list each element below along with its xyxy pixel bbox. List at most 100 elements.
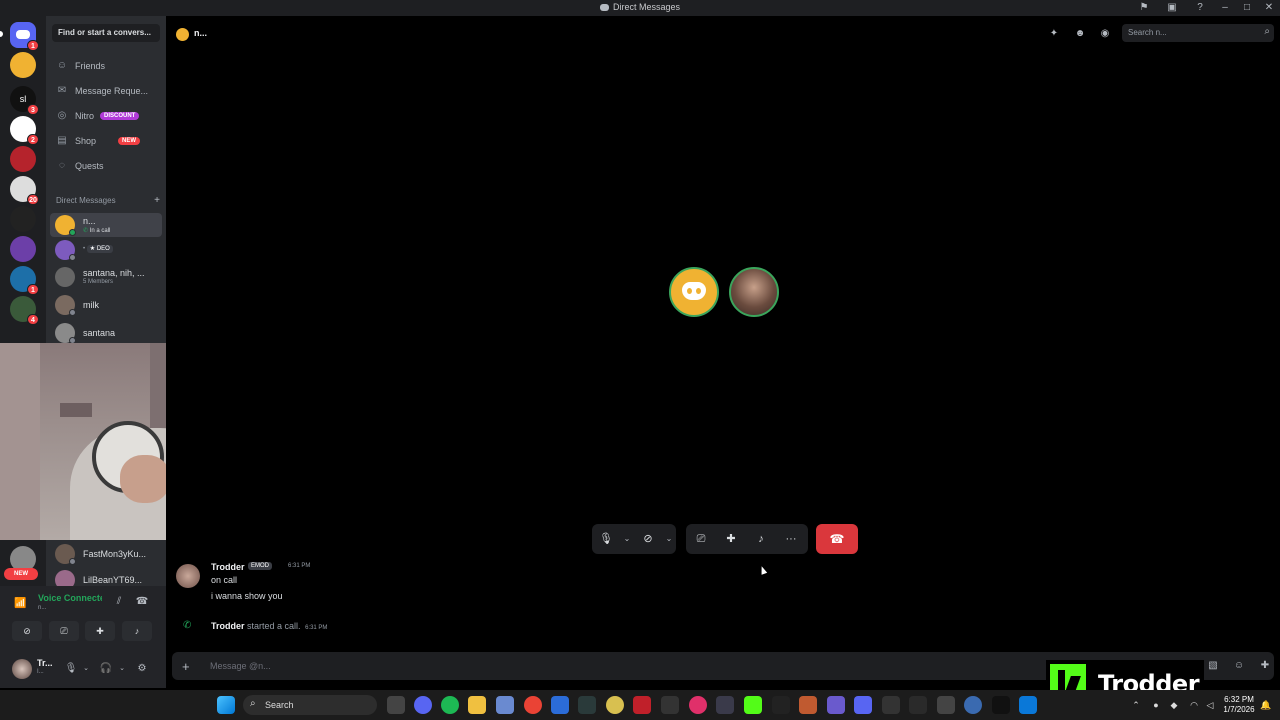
notifications-icon[interactable]: 🔔: [1260, 699, 1272, 711]
nav-quests[interactable]: ◌ Quests: [50, 155, 162, 177]
system-clock[interactable]: 6:32 PM 1/7/2026: [1222, 695, 1256, 715]
discord-icon[interactable]: [414, 696, 432, 714]
soundboard-button[interactable]: ♪: [122, 621, 152, 641]
pin-icon[interactable]: ✦: [1046, 26, 1062, 42]
help-icon[interactable]: ?: [1186, 0, 1214, 16]
chevron-down-icon[interactable]: ⌄: [620, 524, 634, 554]
maximize-button[interactable]: □: [1236, 0, 1258, 16]
tray-app-icon[interactable]: ◆: [1168, 699, 1180, 711]
message-input[interactable]: [210, 659, 910, 673]
chevron-down-icon[interactable]: ⌄: [662, 524, 676, 554]
chrome-icon[interactable]: [524, 696, 542, 714]
tray-app-icon[interactable]: ●: [1150, 699, 1162, 711]
server-icon[interactable]: sl 3: [10, 86, 39, 115]
phone-icon: ✆: [83, 228, 89, 234]
screen-share-icon[interactable]: ⎚: [686, 524, 716, 554]
nav-nitro[interactable]: ◎ Nitro DISCOUNT: [50, 105, 162, 127]
inbox-icon[interactable]: ▣: [1158, 0, 1186, 16]
search-input[interactable]: Search n... ⌕: [1122, 24, 1274, 42]
taskbar-app-icon[interactable]: [772, 696, 790, 714]
server-icon[interactable]: 20: [10, 176, 39, 205]
wifi-icon[interactable]: ◠: [1188, 699, 1200, 711]
server-icon[interactable]: [10, 236, 36, 262]
dm-item[interactable]: milk: [50, 293, 162, 317]
mention-badge: 3: [27, 104, 39, 115]
spotify-icon[interactable]: [441, 696, 459, 714]
taskbar-app-icon[interactable]: [1019, 696, 1037, 714]
taskbar-app-icon[interactable]: [992, 696, 1010, 714]
chevron-down-icon[interactable]: ⌄: [115, 662, 129, 676]
windows-start-icon[interactable]: [217, 696, 235, 714]
dm-item[interactable]: • ★ DEO: [50, 238, 162, 262]
dm-item[interactable]: FastMon3yKu...: [50, 542, 162, 566]
taskbar-search[interactable]: ⌕ Search: [243, 695, 377, 715]
home-button[interactable]: 1: [10, 22, 39, 51]
volume-icon[interactable]: ◁: [1204, 699, 1216, 711]
find-conversation-button[interactable]: Find or start a convers...: [52, 24, 160, 42]
taskbar-app-icon[interactable]: [964, 696, 982, 714]
video-toggle-button[interactable]: ⊘: [12, 621, 42, 641]
more-icon[interactable]: ···: [776, 524, 806, 554]
noise-suppression-icon[interactable]: ⫽: [111, 594, 127, 610]
taskbar-app-icon[interactable]: [661, 696, 679, 714]
settings-icon[interactable]: ⚙: [135, 662, 149, 676]
taskbar-app-icon[interactable]: [882, 696, 900, 714]
screen-share-button[interactable]: ⎚: [49, 621, 79, 641]
dm-item[interactable]: n... ✆ In a call: [50, 213, 162, 237]
add-friend-icon[interactable]: ☻: [1072, 26, 1088, 42]
microphone-icon[interactable]: 🎙: [592, 524, 620, 554]
chevron-down-icon[interactable]: ⌄: [79, 662, 93, 676]
nav-shop[interactable]: ▤ Shop NEW: [50, 130, 162, 152]
photos-icon[interactable]: [496, 696, 514, 714]
close-button[interactable]: ✕: [1258, 0, 1280, 16]
headphones-icon[interactable]: 🎧: [99, 662, 113, 676]
soundboard-icon[interactable]: ♪: [746, 524, 776, 554]
discord-icon: [16, 30, 30, 39]
profile-icon[interactable]: ◉: [1097, 26, 1113, 42]
server-icon[interactable]: 1: [10, 266, 39, 295]
taskbar-app-icon[interactable]: [827, 696, 845, 714]
taskbar-app-icon[interactable]: [387, 696, 405, 714]
chevron-up-icon[interactable]: ⌃: [1130, 699, 1142, 711]
server-icon[interactable]: [10, 206, 36, 232]
file-explorer-icon[interactable]: [468, 696, 486, 714]
activities-icon[interactable]: ✚: [716, 524, 746, 554]
create-dm-icon[interactable]: +: [154, 195, 160, 206]
attach-icon[interactable]: +: [182, 659, 190, 674]
disconnect-icon[interactable]: ☎: [134, 594, 150, 610]
disconnect-button[interactable]: ☎: [816, 524, 858, 554]
mention-badge: 1: [27, 40, 39, 51]
participant-avatar[interactable]: [729, 267, 779, 317]
server-icon[interactable]: 4: [10, 296, 39, 325]
server-icon[interactable]: 2: [10, 116, 39, 145]
taskbar-app-icon[interactable]: [578, 696, 596, 714]
activities-button[interactable]: ✚: [85, 621, 115, 641]
taskbar-app-icon[interactable]: [937, 696, 955, 714]
taskbar-app-icon[interactable]: [799, 696, 817, 714]
server-icon[interactable]: [10, 146, 36, 172]
taskbar-app-icon[interactable]: [909, 696, 927, 714]
nitro-icon: ◎: [57, 110, 67, 121]
taskbar-app-icon[interactable]: [854, 696, 872, 714]
participant-avatar[interactable]: [669, 267, 719, 317]
editor-icon[interactable]: [551, 696, 569, 714]
taskbar-app-icon[interactable]: [606, 696, 624, 714]
taskbar-app-icon[interactable]: [689, 696, 707, 714]
microphone-icon[interactable]: 🎙: [64, 662, 78, 676]
minimize-button[interactable]: –: [1214, 0, 1236, 16]
sticker-icon[interactable]: ▧: [1206, 659, 1220, 673]
flag-icon[interactable]: ⚑: [1130, 0, 1158, 16]
message-author[interactable]: Trodder: [211, 562, 245, 572]
dm-item[interactable]: santana, nih, ... 5 Members: [50, 265, 162, 289]
kick-icon[interactable]: [744, 696, 762, 714]
server-icon[interactable]: [10, 52, 36, 78]
apps-icon[interactable]: ✚: [1258, 659, 1272, 673]
camera-off-icon[interactable]: ⊘: [634, 524, 662, 554]
emoji-icon[interactable]: ☺: [1232, 659, 1246, 673]
nav-friends[interactable]: ☺ Friends: [50, 55, 162, 77]
avatar[interactable]: [12, 659, 32, 679]
taskbar-app-icon[interactable]: [633, 696, 651, 714]
taskbar-app-icon[interactable]: [716, 696, 734, 714]
nav-message-requests[interactable]: ✉ Message Reque...: [50, 80, 162, 102]
dm-item[interactable]: santana: [50, 321, 162, 345]
